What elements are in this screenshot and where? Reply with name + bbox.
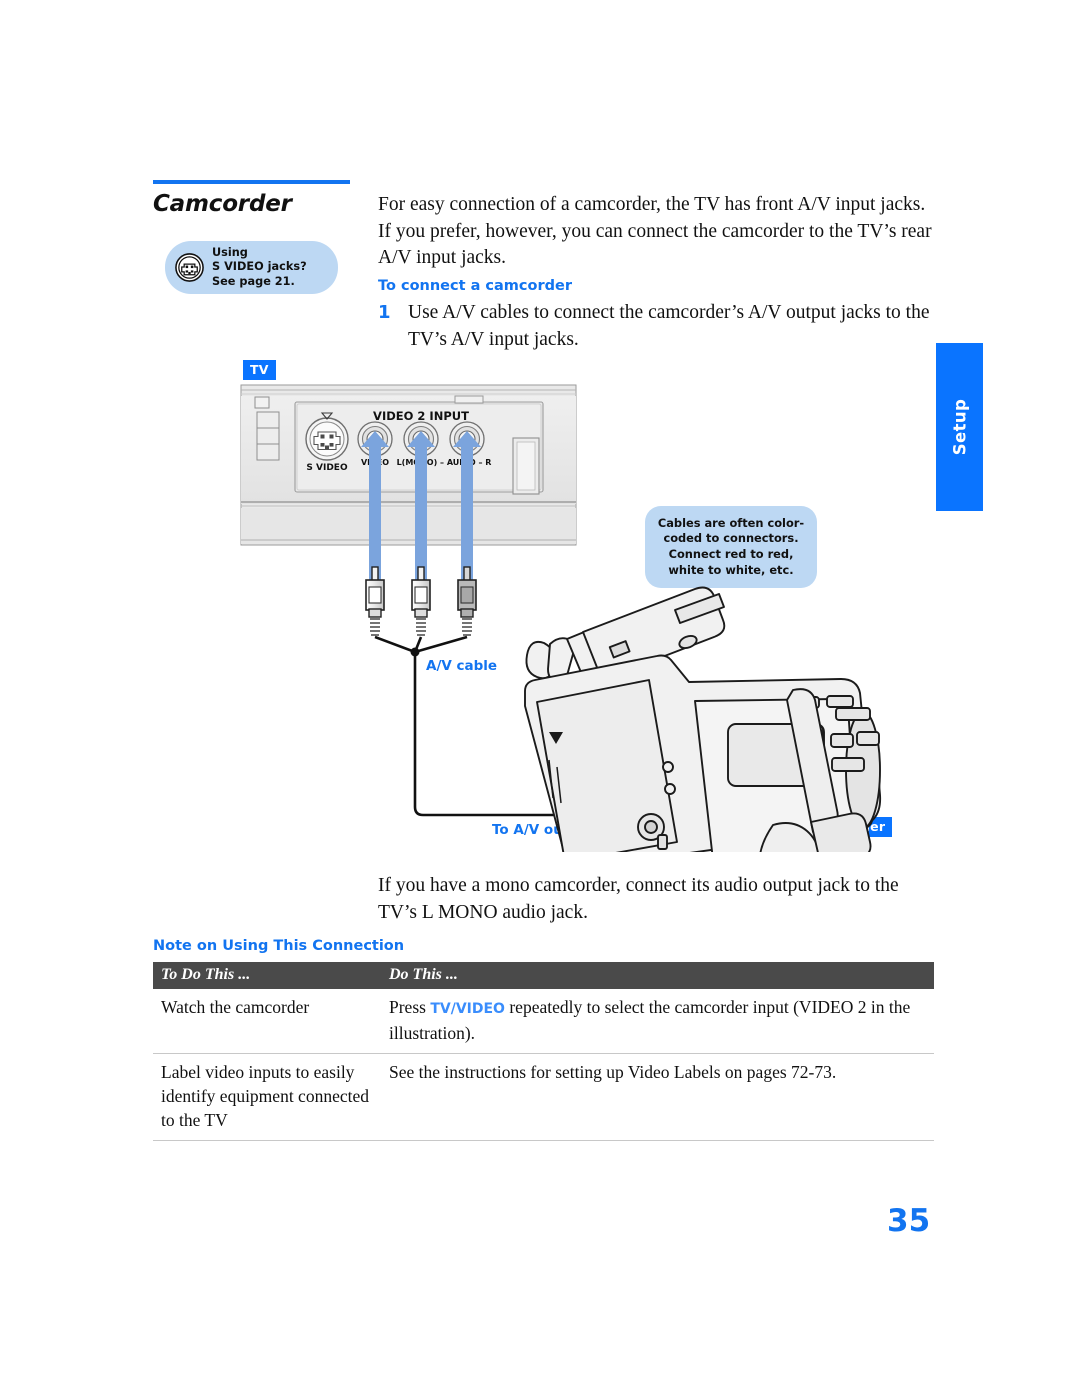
tv-video-key: TV/VIDEO [430,1001,505,1017]
manual-page: Camcorder Using S VIDEO jacks? See page … [0,0,1080,1397]
note-table-heading: Note on Using This Connection [153,938,405,954]
panel-group-label: VIDEO 2 INPUT [373,409,469,423]
table-cell-condition: Watch the camcorder [153,989,381,1054]
cable-junction-top [410,647,420,657]
procedure-heading: To connect a camcorder [378,278,572,294]
table-row: Label video inputs to easily identify eq… [153,1053,934,1141]
s-video-tip-text: Using S VIDEO jacks? See page 21. [212,246,307,289]
intro-paragraph: For easy connection of a camcorder, the … [378,194,932,268]
connection-diagram: VIDEO 2 INPUT S VIDEO VIDEO L(MONO) – AU… [240,384,882,852]
table-cell-action: Press TV/VIDEO repeatedly to select the … [381,989,934,1054]
step-number: 1 [378,302,391,323]
table-cell-condition: Label video inputs to easily identify eq… [153,1053,381,1141]
tip-line-2: S VIDEO jacks? [212,260,307,274]
page-number: 35 [887,1203,931,1239]
camcorder-illustration [524,586,882,852]
table-row: Watch the camcorder Press TV/VIDEO repea… [153,989,934,1054]
s-video-connector-icon [174,252,205,283]
mono-camcorder-note: If you have a mono camcorder, connect it… [378,875,899,923]
tv-front-panel: VIDEO 2 INPUT S VIDEO VIDEO L(MONO) – AU… [240,384,577,546]
section-rule [153,180,350,184]
table-col-to-do-this: To Do This ... [153,962,381,989]
procedure-step-1: 1 Use A/V cables to connect the camcorde… [378,300,934,353]
tip-line-3: See page 21. [212,274,295,288]
panel-s-video-label: S VIDEO [306,463,348,473]
chapter-tab-setup: Setup [936,343,983,511]
rca-plug-group-tv [365,566,477,636]
table-cell-action: See the instructions for setting up Vide… [381,1053,934,1141]
tip-line-1: Using [212,246,248,260]
step-text: Use A/V cables to connect the camcorder’… [408,302,930,350]
chapter-tab-label: Setup [950,398,969,456]
s-video-tip-callout: Using S VIDEO jacks? See page 21. [165,241,338,294]
table-header-row: To Do This ... Do This ... [153,962,934,989]
note-table: To Do This ... Do This ... Watch the cam… [153,962,934,1141]
page-title: Camcorder [153,191,292,217]
table-col-do-this: Do This ... [381,962,934,989]
panel-audio-label: L(MONO) – AUDIO – R [397,458,492,467]
action-pre: Press [389,997,431,1017]
